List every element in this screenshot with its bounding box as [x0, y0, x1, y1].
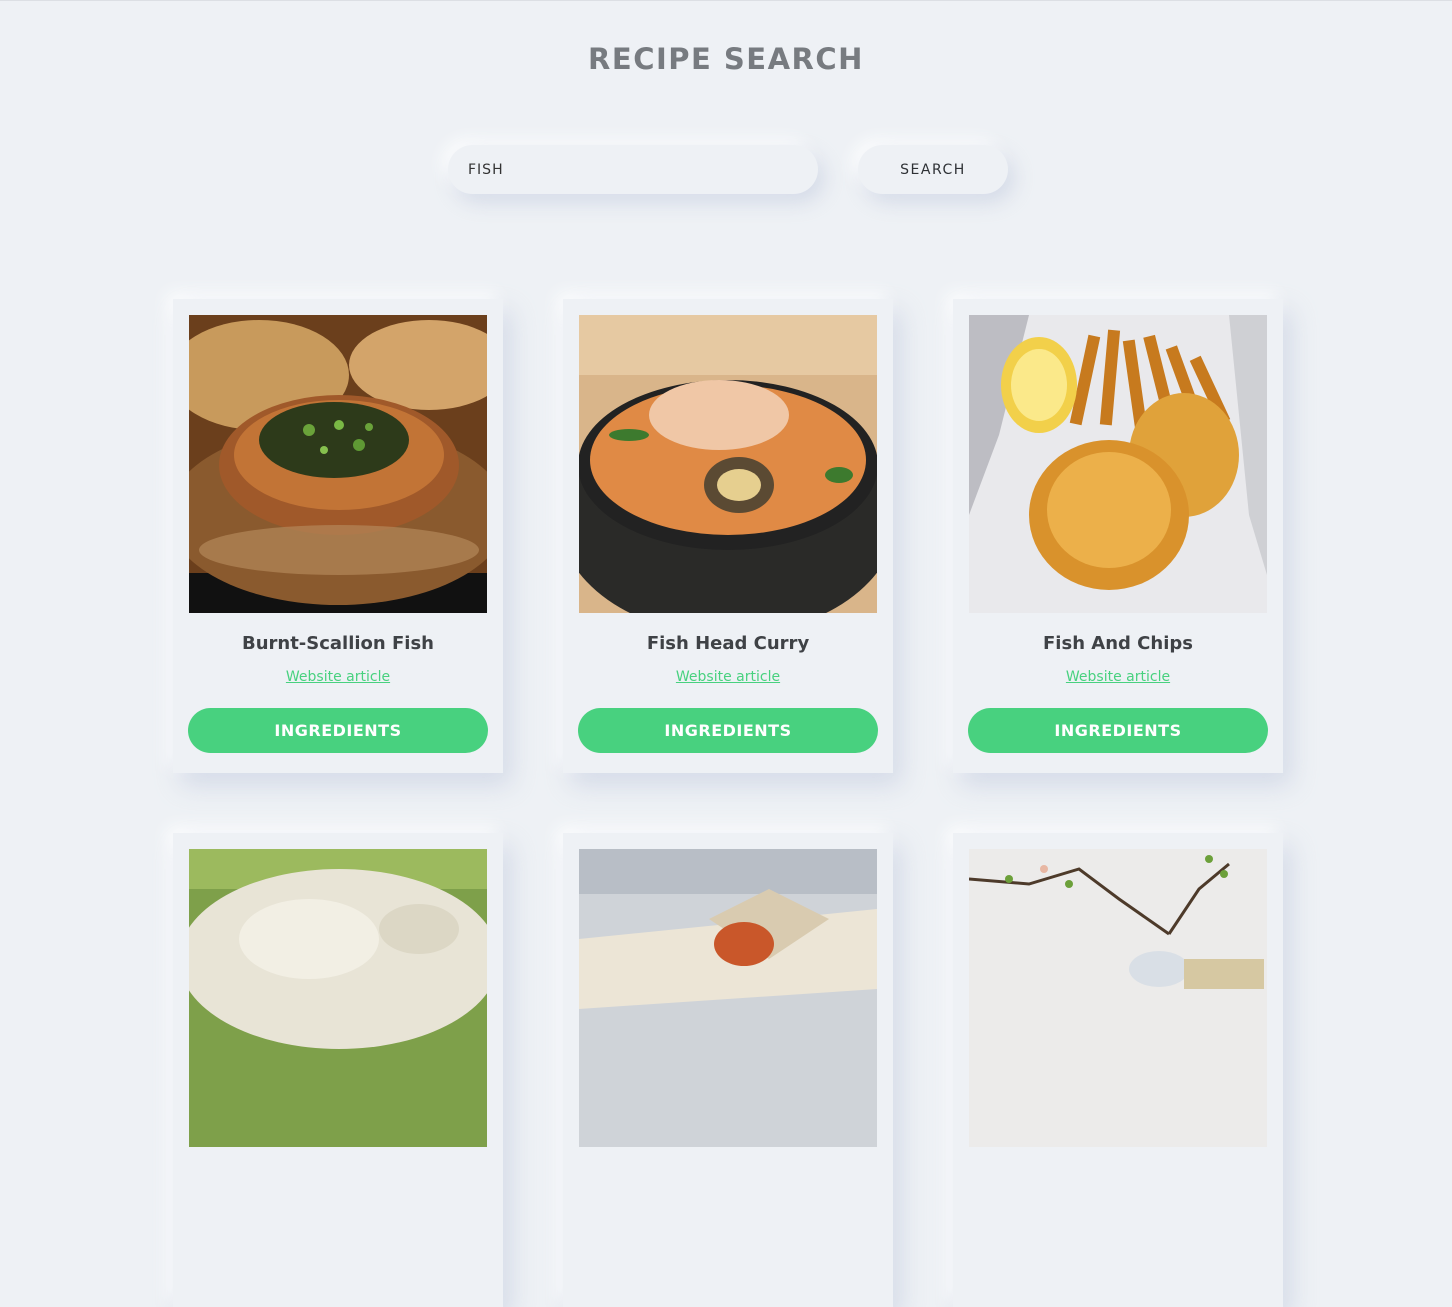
search-button[interactable]: SEARCH: [858, 145, 1008, 194]
website-article-link[interactable]: Website article: [953, 669, 1283, 685]
recipe-image: [579, 315, 877, 613]
top-border: [0, 0, 1452, 1]
recipe-image: [969, 315, 1267, 613]
website-article-link[interactable]: Website article: [173, 669, 503, 685]
ingredients-button[interactable]: INGREDIENTS: [578, 708, 878, 753]
recipe-card: [563, 833, 893, 1307]
white-fish-photo-icon: [189, 849, 487, 1147]
branch-vase-photo-icon: [969, 849, 1267, 1147]
ingredients-button[interactable]: INGREDIENTS: [188, 708, 488, 753]
ingredients-button[interactable]: INGREDIENTS: [968, 708, 1268, 753]
recipe-title: Fish And Chips: [1043, 633, 1193, 654]
fish-and-chips-photo-icon: [969, 315, 1267, 613]
recipe-title: Burnt-Scallion Fish: [241, 633, 435, 654]
search-input[interactable]: [448, 145, 818, 194]
page-title: RECIPE SEARCH: [588, 42, 864, 76]
recipe-image: [969, 849, 1267, 1147]
recipe-card: [173, 833, 503, 1307]
recipe-card: Burnt-Scallion Fish Website article INGR…: [173, 299, 503, 773]
website-article-link[interactable]: Website article: [563, 669, 893, 685]
fish-sandwich-photo-icon: [579, 849, 877, 1147]
recipe-card: Fish And Chips Website article INGREDIEN…: [953, 299, 1283, 773]
recipe-image: [189, 849, 487, 1147]
recipe-card: Fish Head Curry Website article INGREDIE…: [563, 299, 893, 773]
scallion-fish-photo-icon: [189, 315, 487, 613]
fish-curry-photo-icon: [579, 315, 877, 613]
recipe-image: [579, 849, 877, 1147]
recipe-image: [189, 315, 487, 613]
recipe-title: Fish Head Curry: [646, 633, 810, 654]
recipe-card: [953, 833, 1283, 1307]
